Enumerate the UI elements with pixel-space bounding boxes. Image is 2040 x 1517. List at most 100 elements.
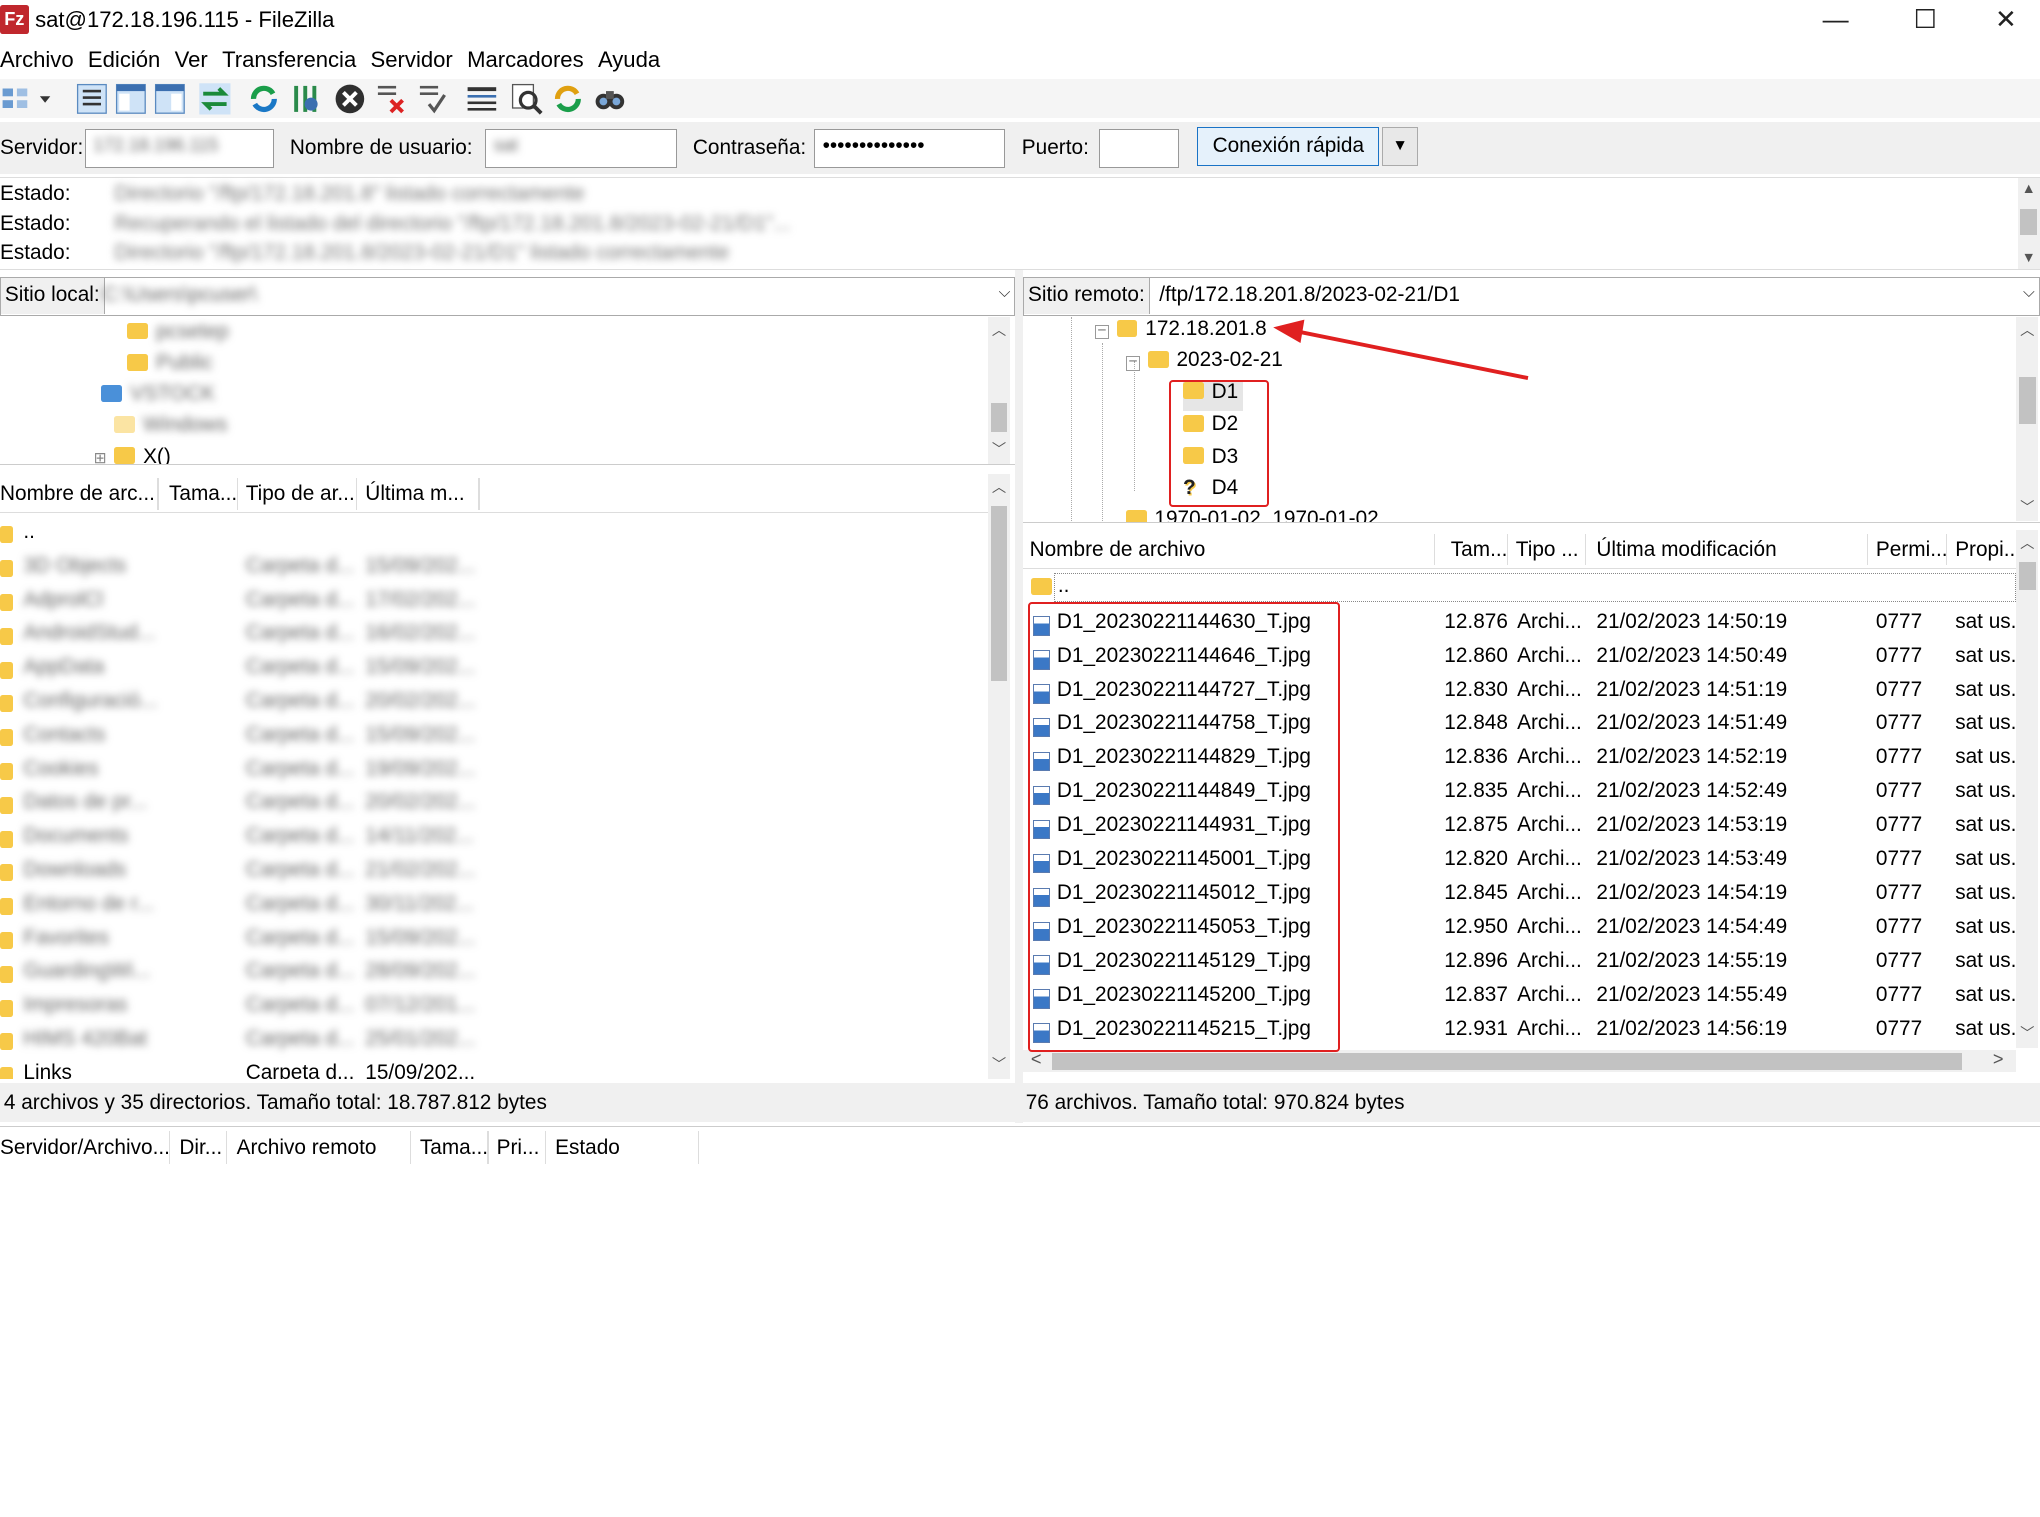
column-modified[interactable]: Última modificación	[1596, 538, 1776, 562]
queue-column-remote-file[interactable]: Archivo remoto	[237, 1136, 377, 1160]
menu-transferencia[interactable]: Transferencia	[222, 47, 356, 73]
quickconnect-dropdown-button[interactable]: ▼	[1381, 127, 1419, 167]
queue-column-direction[interactable]: Dir...	[179, 1136, 222, 1160]
local-status-bar: 4 archivos y 35 directorios. Tamaño tota…	[0, 1082, 1016, 1122]
toggle-compare-icon[interactable]	[510, 82, 544, 116]
column-size[interactable]: Tama...	[169, 482, 237, 506]
tree-item[interactable]: pcsetep	[127, 320, 229, 351]
server-input[interactable]: 172.18.196.115	[84, 128, 275, 168]
toggle-local-tree-icon[interactable]	[114, 82, 148, 116]
local-file-row[interactable]: HIMS 420Bat Carpeta d... 25/01/202...	[0, 1022, 988, 1056]
local-file-row[interactable]: AndroidStud... Carpeta d... 16/02/202...	[0, 616, 988, 650]
collapse-icon[interactable]: −	[1125, 354, 1141, 371]
file-name: Contacts	[23, 722, 106, 746]
file-owner: sat us.	[1955, 711, 2017, 735]
file-type: Archi...	[1517, 677, 1582, 701]
maximize-button[interactable]: ☐	[1895, 3, 1955, 37]
queue-column-status[interactable]: Estado	[555, 1136, 620, 1160]
tree-item-172-18-201-8[interactable]: −172.18.201.8	[1094, 317, 1267, 348]
log-message: Recuperando el listado del directorio "/…	[114, 211, 791, 235]
parent-dir-row[interactable]: ..	[1023, 571, 2017, 605]
queue-column-size[interactable]: Tama...	[420, 1136, 488, 1160]
local-file-row[interactable]: Cookies Carpeta d... 19/09/202...	[0, 751, 988, 785]
pane-splitter[interactable]	[1015, 270, 1024, 1124]
password-input[interactable]: ••••••••••••••	[813, 128, 1005, 168]
remote-site-input[interactable]: /ftp/172.18.201.8/2023-02-21/D1	[1159, 283, 1460, 307]
minimize-button[interactable]: —	[1806, 3, 1866, 37]
file-modified: 07/12/201...	[365, 993, 476, 1017]
file-size: 12.845	[1444, 881, 1508, 905]
file-type: Archi...	[1517, 711, 1582, 735]
local-file-row[interactable]: Datos de pr... Carpeta d... 20/02/202...	[0, 785, 988, 819]
tree-item[interactable]: ⊞ X()	[94, 445, 171, 465]
remote-list-scrollbar[interactable]: ︿ ﹀	[2016, 530, 2039, 1048]
toggle-log-icon[interactable]	[75, 82, 109, 116]
chevron-down-icon[interactable]: ⌵	[999, 284, 1011, 302]
local-file-row[interactable]: GuardingWi... Carpeta d... 28/09/202...	[0, 954, 988, 988]
local-file-row[interactable]: Links Carpeta d... 15/09/202...	[0, 1056, 988, 1079]
sync-browse-icon[interactable]	[551, 82, 585, 116]
dropdown-arrow-icon[interactable]	[36, 82, 54, 116]
menu-archivo[interactable]: Archivo	[0, 47, 74, 73]
local-file-row[interactable]: Favorites Carpeta d... 15/09/202...	[0, 920, 988, 954]
file-type: Carpeta d...	[245, 688, 355, 712]
local-tree-scrollbar[interactable]: ︿ ﹀	[987, 317, 1011, 465]
local-file-row[interactable]: Documents Carpeta d... 14/11/202...	[0, 819, 988, 853]
column-type[interactable]: Tipo de ar...	[246, 482, 355, 506]
disconnect-icon[interactable]	[374, 82, 408, 116]
tree-item-2023-02-21[interactable]: −2023-02-21	[1125, 348, 1283, 379]
quickconnect-button[interactable]: Conexión rápida	[1197, 127, 1380, 167]
refresh-icon[interactable]	[247, 82, 281, 116]
column-size[interactable]: Tam...	[1451, 538, 1508, 562]
process-queue-icon[interactable]	[289, 82, 323, 116]
tree-item-1970[interactable]: 1970-01-02_1970-01-02	[1125, 507, 1379, 522]
local-file-row[interactable]: AdprolCl Carpeta d... 17/02/202...	[0, 582, 988, 616]
cancel-icon[interactable]	[333, 82, 367, 116]
close-window-button[interactable]: ✕	[1976, 3, 2036, 37]
column-permissions[interactable]: Permi...	[1876, 538, 1948, 562]
toggle-queue-icon[interactable]	[198, 82, 232, 116]
queue-column-server[interactable]: Servidor/Archivo...	[0, 1136, 170, 1160]
local-file-row[interactable]: 3D Objects Carpeta d... 15/09/202...	[0, 549, 988, 583]
column-name[interactable]: Nombre de arc...	[0, 482, 155, 506]
toggle-remote-tree-icon[interactable]	[153, 82, 187, 116]
local-file-row[interactable]: AppData Carpeta d... 15/09/202...	[0, 650, 988, 684]
filter-icon[interactable]	[465, 82, 499, 116]
site-manager-icon[interactable]	[0, 82, 34, 116]
search-icon[interactable]	[593, 82, 627, 116]
remote-list-hscrollbar[interactable]: < >	[1023, 1049, 2017, 1073]
local-file-row[interactable]: Entorno de r... Carpeta d... 30/11/202...	[0, 887, 988, 921]
local-file-row[interactable]: Configuració... Carpeta d... 20/02/202...	[0, 684, 988, 718]
menu-marcadores[interactable]: Marcadores	[467, 47, 584, 73]
port-input[interactable]	[1098, 128, 1180, 168]
user-input[interactable]: sat	[484, 128, 678, 168]
tree-item[interactable]: Public	[127, 351, 213, 382]
log-label: Estado:	[0, 181, 71, 205]
menu-servidor[interactable]: Servidor	[371, 47, 453, 73]
local-file-row[interactable]: Contacts Carpeta d... 15/09/202...	[0, 718, 988, 752]
local-file-row[interactable]: ..	[0, 515, 988, 549]
tree-item[interactable]: VSTOCK	[101, 382, 215, 413]
local-site-input[interactable]: C:\Users\pcuser\	[102, 283, 257, 307]
column-type[interactable]: Tipo ...	[1516, 538, 1579, 562]
queue-column-priority[interactable]: Pri...	[497, 1136, 540, 1160]
menu-edicion[interactable]: Edición	[88, 47, 160, 73]
menu-ayuda[interactable]: Ayuda	[598, 47, 660, 73]
column-owner[interactable]: Propi...	[1955, 538, 2021, 562]
column-name[interactable]: Nombre de archivo	[1030, 538, 1206, 562]
remote-tree-scrollbar[interactable]: ︿ ﹀	[2016, 317, 2039, 522]
column-modified[interactable]: Última m...	[365, 482, 464, 506]
local-list-scrollbar[interactable]: ︿ ﹀	[987, 474, 1011, 1079]
log-scrollbar[interactable]: ▲ ▼	[2017, 177, 2040, 269]
file-type: Carpeta d...	[245, 587, 355, 611]
tree-item[interactable]: Windows	[114, 413, 227, 444]
local-file-row[interactable]: Impresoras Carpeta d... 07/12/201...	[0, 988, 988, 1022]
local-file-row[interactable]: Downloads Carpeta d... 21/02/202...	[0, 853, 988, 887]
remote-status-text: 76 archivos. Tamaño total: 970.824 bytes	[1025, 1090, 1405, 1114]
file-type: Carpeta d...	[245, 722, 355, 746]
collapse-icon[interactable]: −	[1094, 323, 1109, 340]
reconnect-icon[interactable]	[416, 82, 450, 116]
menu-ver[interactable]: Ver	[175, 47, 208, 73]
file-name: Documents	[23, 824, 129, 848]
chevron-down-icon[interactable]: ⌵	[2023, 284, 2035, 302]
